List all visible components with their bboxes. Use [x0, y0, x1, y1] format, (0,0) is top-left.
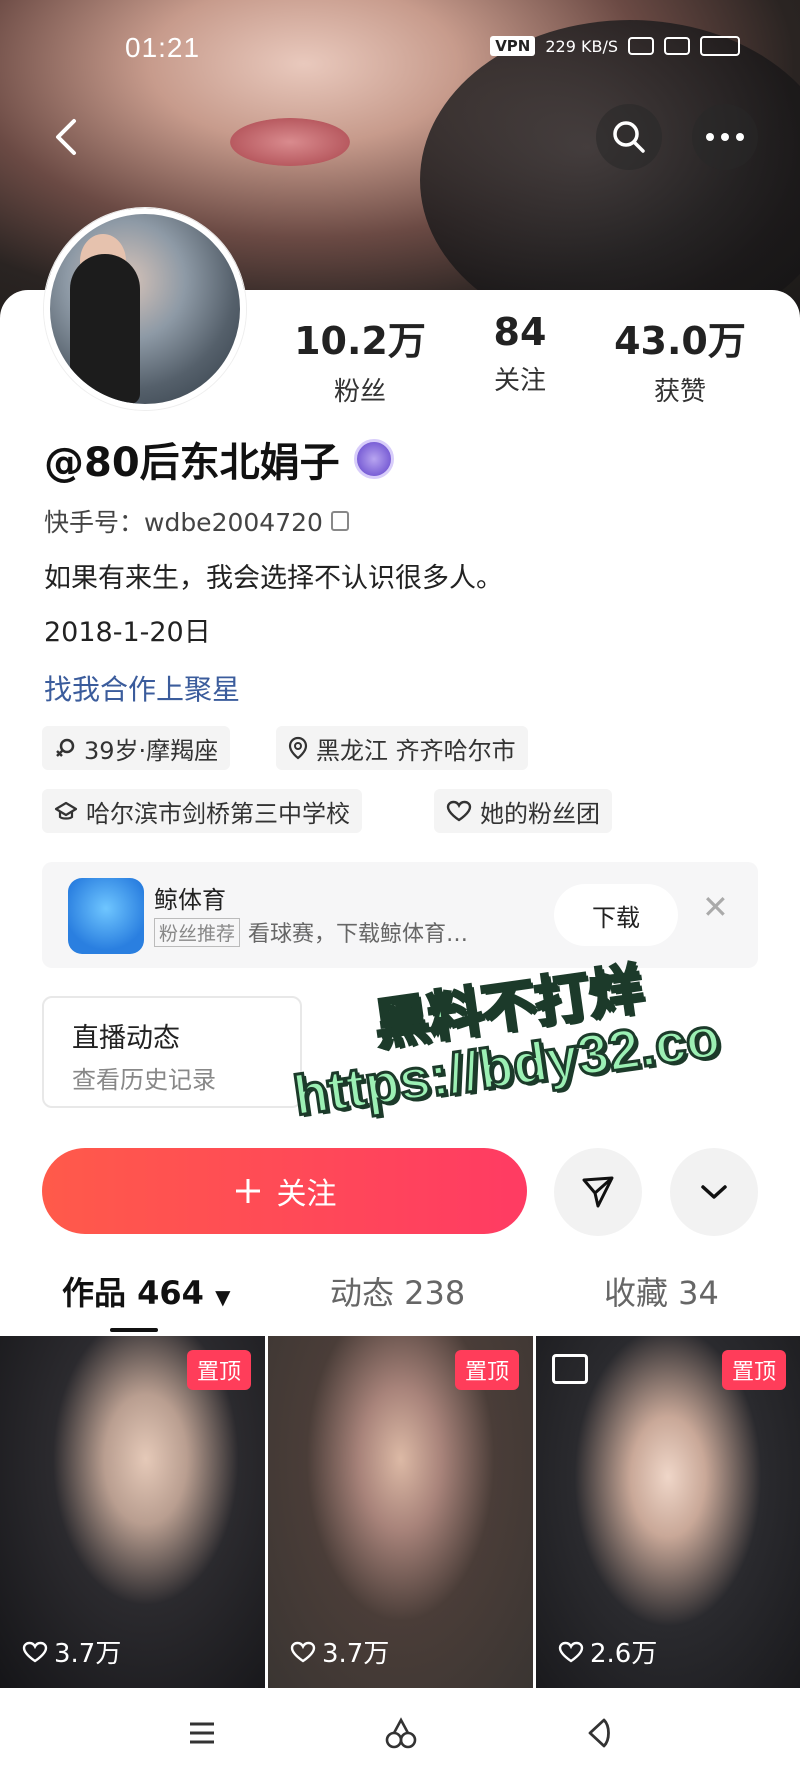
pinned-badge: 置顶 [721, 1350, 786, 1390]
tag-school[interactable]: 哈尔滨市剑桥第三中学校 [42, 789, 362, 833]
banner-lips [230, 118, 350, 166]
name-row: @80后东北娟子 [44, 430, 394, 488]
stat-value: 10.2万 [294, 319, 426, 363]
live-title: 直播动态 [72, 1023, 180, 1054]
video-thumbnail[interactable]: 置顶 3.7万 [0, 1336, 265, 1688]
expand-button[interactable] [670, 1148, 758, 1236]
system-nav-bar [0, 1690, 800, 1787]
collab-link[interactable]: 找我合作上聚星 [44, 668, 240, 708]
avatar-figure [70, 254, 140, 404]
stat-value: 43.0万 [614, 319, 746, 363]
live-subtitle: 查看历史记录 [72, 1066, 216, 1094]
account-id: 快手号：wdbe2004720 [44, 503, 349, 539]
like-count-text: 3.7万 [322, 1639, 390, 1669]
like-count-text: 3.7万 [54, 1639, 122, 1669]
gender-female-icon [56, 738, 75, 757]
send-icon [582, 1176, 614, 1208]
pinned-badge: 置顶 [454, 1350, 519, 1390]
stat-fans[interactable]: 10.2万 粉丝 [280, 310, 440, 408]
download-button[interactable]: 下载 [554, 884, 678, 946]
stat-likes[interactable]: 43.0万 获赞 [600, 310, 760, 408]
school-icon [54, 801, 78, 820]
bio-text: 如果有来生，我会选择不认识很多人。 [44, 563, 503, 594]
follow-button[interactable]: 关注 [42, 1148, 527, 1234]
caret-down-icon: ▼ [215, 1285, 231, 1309]
stat-label: 获赞 [653, 377, 706, 407]
status-time: 01:21 [125, 32, 201, 63]
tag-location[interactable]: 黑龙江 齐齐哈尔市 [276, 726, 528, 770]
chevron-down-icon [701, 1185, 727, 1199]
ad-description: 粉丝推荐 看球赛，下载鲸体育… [154, 916, 468, 948]
live-history-card[interactable]: 直播动态 查看历史记录 [42, 996, 302, 1108]
like-count: 3.7万 [290, 1633, 389, 1670]
chevron-left-icon [56, 119, 76, 155]
profile-stats: 10.2万 粉丝 84 关注 43.0万 获赞 [280, 310, 760, 408]
search-icon [613, 121, 645, 153]
avatar[interactable] [44, 208, 246, 410]
signal-icon [628, 37, 654, 55]
wifi-icon [664, 37, 690, 55]
video-grid: 置顶 3.7万 置顶 3.7万 置顶 2.6万 [0, 1336, 800, 1688]
stat-label: 粉丝 [333, 377, 386, 407]
stat-following[interactable]: 84 关注 [440, 310, 600, 408]
like-count: 2.6万 [558, 1633, 657, 1670]
heart-icon [446, 800, 472, 822]
close-icon[interactable]: ✕ [702, 888, 729, 926]
tag-text: 她的粉丝团 [480, 799, 600, 828]
more-button[interactable] [692, 104, 758, 170]
like-count-text: 2.6万 [590, 1639, 658, 1669]
ad-title: 鲸体育 [154, 886, 226, 914]
verified-badge-icon[interactable] [353, 439, 394, 479]
gallery-icon [552, 1354, 588, 1384]
video-thumbnail[interactable]: 置顶 2.6万 [536, 1336, 800, 1688]
tab-label: 作品 464 [62, 1274, 204, 1312]
heart-outline-icon [558, 1641, 584, 1662]
back-button[interactable] [34, 104, 100, 170]
stat-label: 关注 [493, 366, 546, 396]
like-count: 3.7万 [22, 1633, 121, 1670]
profile-name: @80后东北娟子 [44, 440, 340, 486]
tab-favorites[interactable]: 收藏 34 [604, 1268, 719, 1314]
heart-outline-icon [290, 1641, 316, 1662]
tag-text: 黑龙江 齐齐哈尔市 [316, 736, 516, 765]
menu-icon[interactable] [186, 1716, 218, 1757]
more-dots-icon [706, 133, 744, 141]
app-logo-icon [68, 878, 144, 954]
plus-icon [235, 1179, 260, 1203]
send-message-button[interactable] [554, 1148, 642, 1236]
tag-fan-club[interactable]: 她的粉丝团 [434, 789, 612, 833]
tag-text: 哈尔滨市剑桥第三中学校 [86, 799, 350, 828]
ad-desc-text: 看球赛，下载鲸体育… [248, 922, 469, 947]
tag-text: 39岁·摩羯座 [84, 736, 219, 765]
battery-icon [700, 36, 740, 56]
copy-icon[interactable] [330, 511, 349, 531]
network-speed: 229 KB/S [545, 36, 618, 56]
tab-works[interactable]: 作品 464 ▼ [62, 1268, 230, 1314]
heart-outline-icon [22, 1641, 48, 1662]
status-icons: VPN 229 KB/S [490, 36, 740, 56]
back-nav-icon[interactable] [582, 1716, 614, 1759]
vpn-badge: VPN [490, 36, 536, 56]
stat-value: 84 [493, 310, 547, 354]
tab-moments[interactable]: 动态 238 [330, 1268, 465, 1314]
follow-label: 关注 [276, 1177, 337, 1212]
date-text: 2018-1-20日 [44, 617, 211, 648]
account-id-text: 快手号：wdbe2004720 [44, 508, 323, 537]
location-icon [288, 736, 308, 760]
status-bar: 01:21 VPN 229 KB/S [0, 30, 800, 70]
tab-underline [110, 1328, 158, 1332]
pinned-badge: 置顶 [186, 1350, 251, 1390]
tag-age[interactable]: 39岁·摩羯座 [42, 726, 231, 770]
home-icon[interactable] [384, 1716, 418, 1759]
search-button[interactable] [596, 104, 662, 170]
video-thumbnail[interactable]: 置顶 3.7万 [268, 1336, 533, 1688]
ad-badge: 粉丝推荐 [154, 917, 241, 947]
content-tabs: 作品 464 ▼ 动态 238 收藏 34 [0, 1268, 800, 1334]
